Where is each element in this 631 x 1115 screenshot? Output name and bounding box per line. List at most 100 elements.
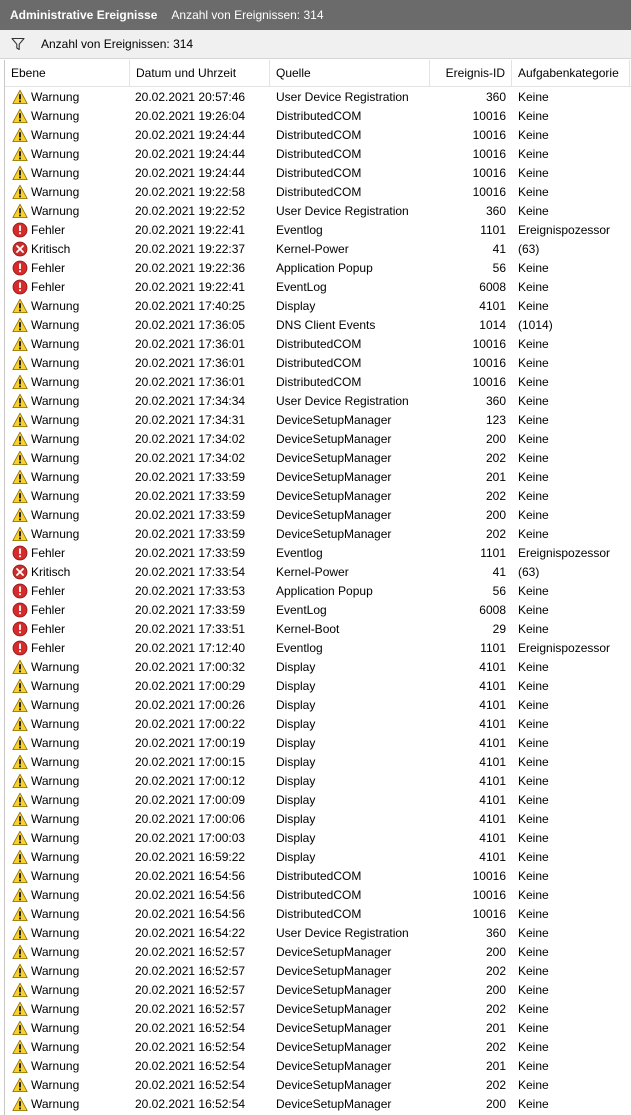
event-task-category: Keine bbox=[518, 792, 549, 807]
event-row[interactable]: Kritisch 20.02.2021 19:22:37 Kernel-Power 4… bbox=[5, 239, 631, 258]
event-level: Warnung bbox=[5, 887, 130, 903]
event-row[interactable]: Fehler 20.02.2021 17:33:59 EventLog 6008 Kei… bbox=[5, 600, 631, 619]
event-row[interactable]: Warnung 20.02.2021 16:52:57 DeviceSetupMan… bbox=[5, 980, 631, 999]
event-task-category: Keine bbox=[518, 1039, 549, 1054]
event-row[interactable]: Kritisch 20.02.2021 17:33:54 Kernel-Power 4… bbox=[5, 562, 631, 581]
event-id: 29 bbox=[492, 621, 506, 636]
event-row[interactable]: Warnung 20.02.2021 17:34:34 User Device Re… bbox=[5, 391, 631, 410]
event-source: Display bbox=[276, 298, 316, 313]
event-datetime: 20.02.2021 17:00:09 bbox=[135, 792, 246, 807]
event-row[interactable]: Warnung 20.02.2021 16:54:56 DistributedCOM… bbox=[5, 885, 631, 904]
event-row[interactable]: Warnung 20.02.2021 17:36:01 DistributedCOM… bbox=[5, 372, 631, 391]
event-level-text: Warnung bbox=[31, 887, 80, 902]
event-row[interactable]: Warnung 20.02.2021 16:52:54 DeviceSetupMan… bbox=[5, 1056, 631, 1075]
warning-icon bbox=[12, 412, 28, 427]
event-source: DistributedCOM bbox=[276, 108, 362, 123]
event-row[interactable]: Warnung 20.02.2021 16:59:22 Display 4101 Kei… bbox=[5, 847, 631, 866]
event-row[interactable]: Warnung 20.02.2021 17:36:05 DNS Client Eve… bbox=[5, 315, 631, 334]
column-header-level[interactable]: Ebene bbox=[5, 60, 130, 86]
event-row[interactable]: Fehler 20.02.2021 17:12:40 Eventlog 1101 Ere… bbox=[5, 638, 631, 657]
event-row[interactable]: Warnung 20.02.2021 17:00:22 Display 4101 Kei… bbox=[5, 714, 631, 733]
event-row[interactable]: Fehler 20.02.2021 19:22:36 Application Pop… bbox=[5, 258, 631, 277]
event-row[interactable]: Warnung 20.02.2021 16:52:57 DeviceSetupMan… bbox=[5, 942, 631, 961]
event-source: DNS Client Events bbox=[276, 317, 376, 332]
event-datetime: 20.02.2021 17:33:59 bbox=[135, 545, 246, 560]
event-row[interactable]: Warnung 20.02.2021 17:33:59 DeviceSetupMan… bbox=[5, 467, 631, 486]
event-task-category: Keine bbox=[518, 89, 549, 104]
column-header-datetime[interactable]: Datum und Uhrzeit bbox=[130, 60, 270, 86]
event-datetime: 20.02.2021 17:33:59 bbox=[135, 469, 246, 484]
event-row[interactable]: Warnung 20.02.2021 16:54:22 User Device Re… bbox=[5, 923, 631, 942]
event-row[interactable]: Warnung 20.02.2021 17:00:12 Display 4101 Kei… bbox=[5, 771, 631, 790]
event-level: Warnung bbox=[5, 165, 130, 181]
event-row[interactable]: Warnung 20.02.2021 16:52:57 DeviceSetupMan… bbox=[5, 961, 631, 980]
event-level-text: Warnung bbox=[31, 89, 80, 104]
event-level: Warnung bbox=[5, 488, 130, 504]
event-id: 10016 bbox=[472, 184, 506, 199]
column-header-event-id[interactable]: Ereignis-ID bbox=[430, 60, 512, 86]
event-row[interactable]: Warnung 20.02.2021 19:24:44 DistributedCOM… bbox=[5, 144, 631, 163]
event-datetime: 20.02.2021 17:33:59 bbox=[135, 507, 246, 522]
event-row[interactable]: Warnung 20.02.2021 17:33:59 DeviceSetupMan… bbox=[5, 486, 631, 505]
event-row[interactable]: Warnung 20.02.2021 17:00:26 Display 4101 Kei… bbox=[5, 695, 631, 714]
event-row[interactable]: Warnung 20.02.2021 19:24:44 DistributedCOM… bbox=[5, 125, 631, 144]
event-row[interactable]: Warnung 20.02.2021 17:00:09 Display 4101 Kei… bbox=[5, 790, 631, 809]
event-row[interactable]: Fehler 20.02.2021 17:33:53 Application Pop… bbox=[5, 581, 631, 600]
event-row[interactable]: Warnung 20.02.2021 17:36:01 DistributedCOM… bbox=[5, 334, 631, 353]
event-row[interactable]: Warnung 20.02.2021 16:52:54 DeviceSetupMan… bbox=[5, 1037, 631, 1056]
event-row[interactable]: Warnung 20.02.2021 19:22:58 DistributedCOM… bbox=[5, 182, 631, 201]
event-level-text: Warnung bbox=[31, 716, 80, 731]
event-task-category: (1014) bbox=[518, 317, 553, 332]
event-row[interactable]: Fehler 20.02.2021 19:22:41 Eventlog 1101 Ere… bbox=[5, 220, 631, 239]
event-row[interactable]: Warnung 20.02.2021 17:34:31 DeviceSetupMan… bbox=[5, 410, 631, 429]
event-datetime: 20.02.2021 16:52:54 bbox=[135, 1096, 246, 1111]
error-icon bbox=[12, 260, 28, 275]
event-task-category: Keine bbox=[518, 868, 549, 883]
event-row[interactable]: Warnung 20.02.2021 17:33:59 DeviceSetupMan… bbox=[5, 524, 631, 543]
event-list[interactable]: Ebene Datum und Uhrzeit Quelle Ereignis-… bbox=[4, 60, 631, 1115]
event-row[interactable]: Warnung 20.02.2021 16:54:56 DistributedCOM… bbox=[5, 904, 631, 923]
event-level: Warnung bbox=[5, 944, 130, 960]
event-row[interactable]: Fehler 20.02.2021 17:33:59 Eventlog 1101 Ere… bbox=[5, 543, 631, 562]
event-row[interactable]: Warnung 20.02.2021 17:36:01 DistributedCOM… bbox=[5, 353, 631, 372]
event-level: Warnung bbox=[5, 811, 130, 827]
event-row[interactable]: Fehler 20.02.2021 19:22:41 EventLog 6008 Kei… bbox=[5, 277, 631, 296]
event-level: Warnung bbox=[5, 963, 130, 979]
event-row[interactable]: Warnung 20.02.2021 17:00:15 Display 4101 Kei… bbox=[5, 752, 631, 771]
event-row[interactable]: Warnung 20.02.2021 20:57:46 User Device Re… bbox=[5, 87, 631, 106]
event-row[interactable]: Warnung 20.02.2021 17:00:32 Display 4101 Kei… bbox=[5, 657, 631, 676]
filter-icon[interactable] bbox=[11, 37, 25, 51]
column-header-task-category[interactable]: Aufgabenkategorie bbox=[512, 60, 630, 86]
event-row[interactable]: Warnung 20.02.2021 17:34:02 DeviceSetupMan… bbox=[5, 448, 631, 467]
event-row[interactable]: Warnung 20.02.2021 16:54:56 DistributedCOM… bbox=[5, 866, 631, 885]
event-datetime: 20.02.2021 16:59:22 bbox=[135, 849, 246, 864]
event-task-category: Keine bbox=[518, 887, 549, 902]
event-row[interactable]: Warnung 20.02.2021 17:34:02 DeviceSetupMan… bbox=[5, 429, 631, 448]
event-source: Eventlog bbox=[276, 545, 323, 560]
event-row[interactable]: Warnung 20.02.2021 16:52:54 DeviceSetupMan… bbox=[5, 1075, 631, 1094]
event-id: 200 bbox=[485, 507, 506, 522]
event-row[interactable]: Warnung 20.02.2021 16:52:57 DeviceSetupMan… bbox=[5, 999, 631, 1018]
event-id: 10016 bbox=[472, 906, 506, 921]
event-row[interactable]: Warnung 20.02.2021 19:26:04 DistributedCOM… bbox=[5, 106, 631, 125]
column-header-source[interactable]: Quelle bbox=[270, 60, 430, 86]
event-row[interactable]: Warnung 20.02.2021 17:00:29 Display 4101 Kei… bbox=[5, 676, 631, 695]
event-row[interactable]: Warnung 20.02.2021 17:00:06 Display 4101 Kei… bbox=[5, 809, 631, 828]
event-row[interactable]: Warnung 20.02.2021 17:33:59 DeviceSetupMan… bbox=[5, 505, 631, 524]
event-level-text: Fehler bbox=[31, 640, 66, 655]
event-level-text: Warnung bbox=[31, 1096, 80, 1111]
event-task-category: Keine bbox=[518, 811, 549, 826]
event-row[interactable]: Warnung 20.02.2021 19:24:44 DistributedCOM… bbox=[5, 163, 631, 182]
event-id: 200 bbox=[485, 1096, 506, 1111]
event-datetime: 20.02.2021 17:33:53 bbox=[135, 583, 246, 598]
warning-icon bbox=[12, 450, 28, 465]
event-row[interactable]: Warnung 20.02.2021 16:52:54 DeviceSetupMan… bbox=[5, 1018, 631, 1037]
event-source: DeviceSetupManager bbox=[276, 1096, 392, 1111]
event-row[interactable]: Warnung 20.02.2021 17:00:19 Display 4101 Kei… bbox=[5, 733, 631, 752]
event-row[interactable]: Warnung 20.02.2021 17:40:25 Display 4101 Kei… bbox=[5, 296, 631, 315]
event-row[interactable]: Warnung 20.02.2021 17:00:03 Display 4101 Kei… bbox=[5, 828, 631, 847]
event-source: DistributedCOM bbox=[276, 355, 362, 370]
event-row[interactable]: Warnung 20.02.2021 19:22:52 User Device Re… bbox=[5, 201, 631, 220]
event-row[interactable]: Warnung 20.02.2021 16:52:54 DeviceSetupMan… bbox=[5, 1094, 631, 1113]
event-row[interactable]: Fehler 20.02.2021 17:33:51 Kernel-Boot 29 Ke… bbox=[5, 619, 631, 638]
